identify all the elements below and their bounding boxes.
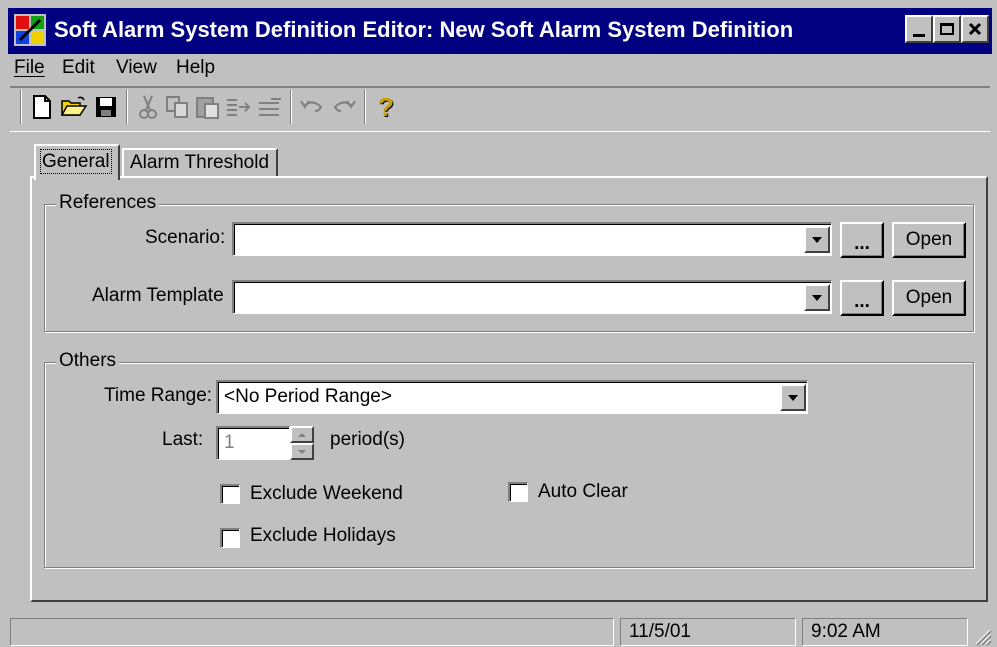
auto-clear-label[interactable]: Auto Clear — [538, 480, 628, 504]
menu-view[interactable]: View — [116, 54, 157, 84]
undo-button[interactable] — [298, 92, 326, 122]
alarm-template-combobox[interactable] — [232, 280, 832, 314]
menu-help[interactable]: Help — [176, 54, 215, 84]
scenario-open-button[interactable]: Open — [892, 222, 966, 258]
scenario-label: Scenario: — [145, 227, 226, 248]
tab-general[interactable]: General — [34, 144, 120, 180]
cut-icon — [139, 95, 157, 119]
alarm-template-browse-label: ... — [854, 290, 870, 312]
last-periods-input[interactable]: 1 — [216, 426, 290, 460]
new-document-icon — [33, 95, 51, 119]
last-label: Last: — [162, 429, 204, 450]
toolbar-separator — [126, 90, 128, 124]
paste-icon — [196, 97, 219, 119]
chevron-down-icon — [788, 394, 798, 401]
copy-button[interactable] — [164, 92, 192, 122]
alarm-template-browse-button[interactable]: ... — [840, 280, 884, 316]
save-button[interactable] — [92, 92, 120, 122]
last-spin-down-button[interactable] — [290, 443, 314, 460]
app-icon — [14, 14, 46, 46]
maximize-button[interactable] — [933, 15, 961, 43]
exclude-holidays-checkbox[interactable] — [220, 528, 240, 548]
menu-edit-label: Edit — [62, 57, 95, 78]
scenario-open-label: Open — [905, 229, 953, 250]
window-title: Soft Alarm System Definition Editor: New… — [54, 17, 794, 42]
references-legend: References — [56, 192, 160, 214]
menu-edit[interactable]: Edit — [62, 54, 95, 84]
copy-icon — [166, 96, 188, 118]
tab-general-label: General — [40, 149, 112, 174]
periods-label: period(s) — [330, 429, 405, 450]
menu-file-label: File — [14, 57, 45, 78]
alarm-template-dropdown-button[interactable] — [804, 284, 830, 311]
outdent-icon — [259, 98, 281, 116]
time-range-dropdown-button[interactable] — [780, 384, 806, 411]
close-button[interactable] — [961, 15, 989, 43]
cut-button[interactable] — [134, 92, 162, 122]
chevron-down-icon — [812, 236, 822, 243]
redo-icon — [333, 100, 356, 112]
outdent-button[interactable] — [256, 92, 284, 122]
save-icon — [96, 97, 116, 117]
maximize-icon — [940, 23, 954, 35]
help-button[interactable]: ? — [372, 92, 400, 122]
scenario-browse-label: ... — [854, 232, 870, 254]
minimize-icon — [913, 33, 925, 37]
alarm-template-open-label: Open — [905, 287, 953, 308]
toolbar-separator — [364, 90, 366, 124]
scenario-combobox[interactable] — [232, 222, 832, 256]
status-date: 11/5/01 — [620, 618, 796, 646]
tab-alarm-threshold-label: Alarm Threshold — [130, 152, 270, 173]
indent-button[interactable] — [224, 92, 252, 122]
alarm-template-label: Alarm Template — [92, 285, 224, 306]
close-icon — [968, 22, 982, 36]
time-range-combobox[interactable]: <No Period Range> — [216, 380, 808, 414]
alarm-template-open-button[interactable]: Open — [892, 280, 966, 316]
spin-down-icon — [298, 449, 306, 454]
scenario-dropdown-button[interactable] — [804, 226, 830, 253]
undo-icon — [300, 100, 323, 112]
status-time: 9:02 AM — [802, 618, 968, 646]
exclude-weekend-label[interactable]: Exclude Weekend — [250, 482, 403, 506]
toolbar-separator — [20, 90, 22, 124]
minimize-button[interactable] — [905, 15, 933, 43]
paste-button[interactable] — [194, 92, 222, 122]
exclude-weekend-checkbox[interactable] — [220, 484, 240, 504]
menu-file[interactable]: File — [14, 54, 45, 84]
spin-up-icon — [298, 432, 306, 437]
open-button[interactable] — [60, 92, 88, 122]
open-folder-icon — [60, 96, 88, 116]
time-range-label: Time Range: — [104, 385, 213, 406]
status-main — [10, 618, 614, 646]
last-spin-up-button[interactable] — [290, 426, 314, 443]
chevron-down-icon — [812, 294, 822, 301]
menu-help-label: Help — [176, 57, 216, 78]
menu-view-label: View — [116, 57, 157, 78]
tab-alarm-threshold[interactable]: Alarm Threshold — [122, 148, 278, 178]
exclude-holidays-label[interactable]: Exclude Holidays — [250, 524, 396, 548]
resize-grip-icon[interactable] — [972, 626, 992, 646]
redo-button[interactable] — [330, 92, 358, 122]
others-legend: Others — [56, 350, 120, 372]
auto-clear-checkbox[interactable] — [508, 482, 528, 502]
scenario-browse-button[interactable]: ... — [840, 222, 884, 258]
help-icon: ? — [378, 91, 394, 122]
toolbar-separator — [290, 90, 292, 124]
new-button[interactable] — [28, 92, 56, 122]
indent-icon — [227, 99, 251, 116]
